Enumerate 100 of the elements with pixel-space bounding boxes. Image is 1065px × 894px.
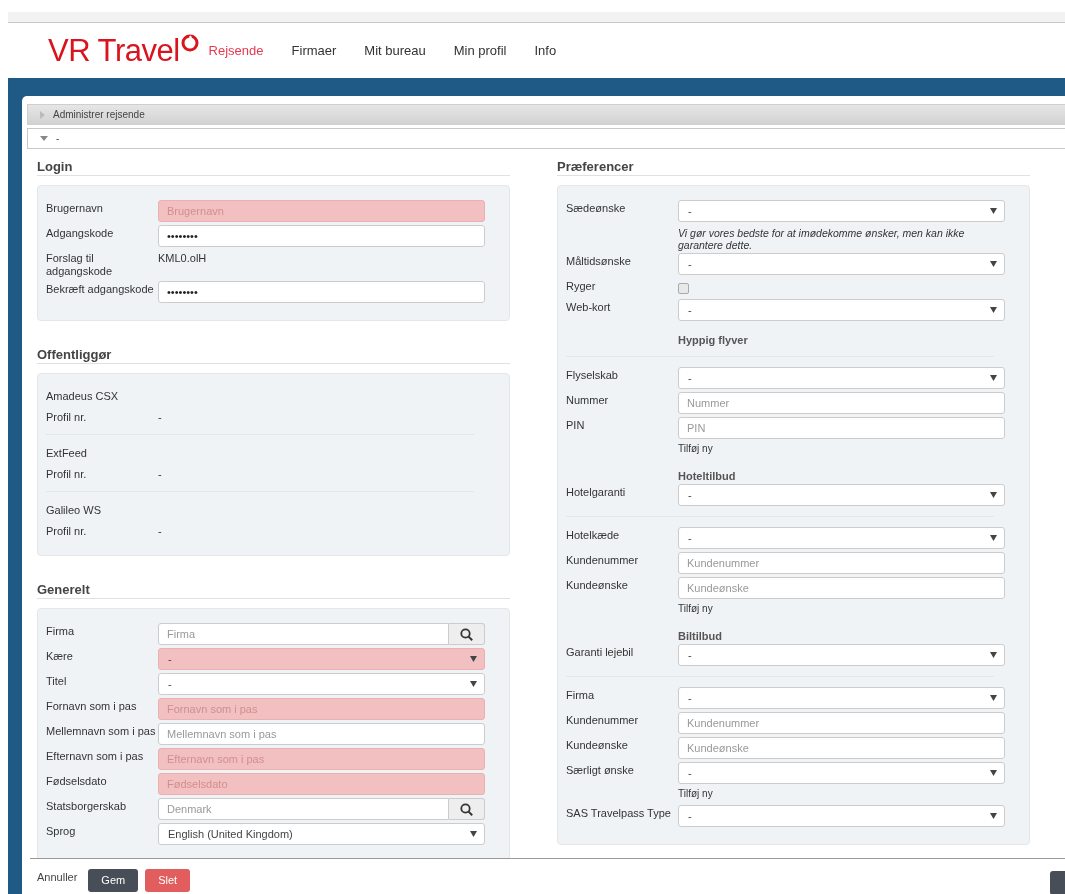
dropdown[interactable]: -: [678, 253, 1005, 275]
add-link[interactable]: Tilføj ny: [678, 602, 713, 614]
input-field[interactable]: ••••••••: [158, 281, 485, 303]
input-field[interactable]: Kundeønske: [678, 577, 1005, 599]
field-label: Sprog: [46, 824, 77, 838]
caret-down-icon: [470, 681, 477, 687]
checkbox[interactable]: [678, 283, 689, 294]
field-label: PIN: [566, 418, 586, 432]
field-label: Måltidsønske: [566, 254, 632, 268]
field-label: Fødselsdato: [46, 774, 108, 788]
field-label: Særligt ønske: [566, 763, 635, 777]
field-label: Garanti lejebil: [566, 645, 635, 659]
nav-link[interactable]: Rejsende: [208, 43, 264, 58]
dropdown[interactable]: -: [678, 299, 1005, 321]
field-value: KML0.olH: [158, 251, 208, 265]
section-title: Login: [37, 149, 510, 176]
field-label: Kundeønske: [566, 738, 629, 752]
cancel-link[interactable]: Annuller: [37, 871, 78, 883]
add-link[interactable]: Tilføj ny: [678, 442, 713, 454]
caret-down-icon: [990, 695, 997, 701]
field-label: Adgangskode: [46, 226, 115, 240]
field-label: Nummer: [566, 393, 610, 407]
panel-title: Administrer rejsende: [53, 109, 145, 120]
panel-header[interactable]: -: [27, 128, 1065, 149]
field-label: Hotelkæde: [566, 528, 621, 542]
search-button[interactable]: [449, 798, 485, 820]
section-title: Offentliggør: [37, 337, 510, 364]
field-label: ExtFeed: [46, 446, 88, 460]
search-icon: [460, 802, 473, 816]
field-label: SAS Travelpass Type: [566, 806, 672, 820]
field-label: Bekræft adgangskode: [46, 282, 155, 296]
dropdown[interactable]: English (United Kingdom): [158, 823, 485, 845]
input-field[interactable]: Nummer: [678, 392, 1005, 414]
subsection-heading: Hyppig flyver: [678, 333, 749, 346]
field-label: Amadeus CSX: [46, 389, 120, 403]
caret-down-icon: [470, 656, 477, 662]
field-label: Kundenummer: [566, 553, 640, 567]
hint-text: Vi gør vores bedste for at imødekomme ønsker, men kan ikke garantere dette.: [678, 226, 966, 251]
input-field[interactable]: Kundenummer: [678, 712, 1005, 734]
subsection-heading: Hoteltilbud: [678, 469, 737, 482]
dropdown[interactable]: -: [678, 484, 1005, 506]
dropdown[interactable]: -: [158, 648, 485, 670]
dropdown[interactable]: -: [678, 687, 1005, 709]
field-label: Profil nr.: [46, 524, 88, 538]
save-button[interactable]: Gem: [88, 868, 139, 892]
dropdown[interactable]: -: [678, 644, 1005, 666]
section-title: Generelt: [37, 572, 510, 599]
input-field[interactable]: PIN: [678, 417, 1005, 439]
caret-down-icon: [990, 492, 997, 498]
nav-link[interactable]: Firmaer: [291, 43, 337, 58]
caret-down-icon: [990, 813, 997, 819]
caret-down-icon: [990, 307, 997, 313]
field-label: Web-kort: [566, 300, 612, 314]
input-field[interactable]: Mellemnavn som i pas: [158, 723, 485, 745]
panel-title: -: [56, 133, 60, 144]
delete-button[interactable]: Slet: [145, 868, 191, 892]
caret-down-icon: [990, 770, 997, 776]
dropdown[interactable]: -: [678, 527, 1005, 549]
field-label: Forslag til adgangskode: [46, 251, 114, 278]
dropdown[interactable]: -: [678, 805, 1005, 827]
field-label: Hotelgaranti: [566, 485, 627, 499]
field-label: Mellemnavn som i pas: [46, 724, 157, 738]
dropdown[interactable]: -: [678, 367, 1005, 389]
field-label: Statsborgerskab: [46, 799, 128, 813]
field-label: Galileo WS: [46, 503, 103, 517]
add-link[interactable]: Tilføj ny: [678, 787, 713, 799]
field-label: Efternavn som i pas: [46, 749, 145, 763]
caret-down-icon: [990, 261, 997, 267]
input-field[interactable]: Kundenummer: [678, 552, 1005, 574]
field-label: Flyselskab: [566, 368, 619, 382]
field-value: -: [158, 410, 163, 424]
field-label: Sædeønske: [566, 201, 627, 215]
field-label: Firma: [566, 688, 596, 702]
input-field[interactable]: Kundeønske: [678, 737, 1005, 759]
field-label: Firma: [46, 624, 76, 638]
dropdown[interactable]: -: [678, 200, 1005, 222]
field-label: Kundenummer: [566, 713, 640, 727]
nav-link[interactable]: Min profil: [453, 43, 507, 58]
caret-down-icon: [990, 208, 997, 214]
field-value: -: [158, 467, 163, 481]
dropdown[interactable]: -: [158, 673, 485, 695]
nav-link[interactable]: Mit bureau: [364, 43, 426, 58]
caret-down-icon: [990, 535, 997, 541]
dropdown[interactable]: -: [678, 762, 1005, 784]
field-label: Fornavn som i pas: [46, 699, 138, 713]
search-icon: [460, 627, 473, 641]
nav-link[interactable]: Info: [534, 43, 557, 58]
field-label: Profil nr.: [46, 467, 88, 481]
subsection-heading: Biltilbud: [678, 629, 723, 642]
field-label: Kære: [46, 649, 74, 663]
input-field[interactable]: Firma: [158, 623, 449, 645]
panel-header[interactable]: Administrer rejsende: [27, 104, 1065, 125]
input-field[interactable]: Denmark: [158, 798, 449, 820]
input-field[interactable]: ••••••••: [158, 225, 485, 247]
caret-down-icon: [990, 375, 997, 381]
field-label: Profil nr.: [46, 410, 88, 424]
field-label: Titel: [46, 674, 68, 688]
search-button[interactable]: [449, 623, 485, 645]
field-value: -: [158, 524, 163, 538]
logo-text[interactable]: VR Travel: [48, 35, 180, 66]
